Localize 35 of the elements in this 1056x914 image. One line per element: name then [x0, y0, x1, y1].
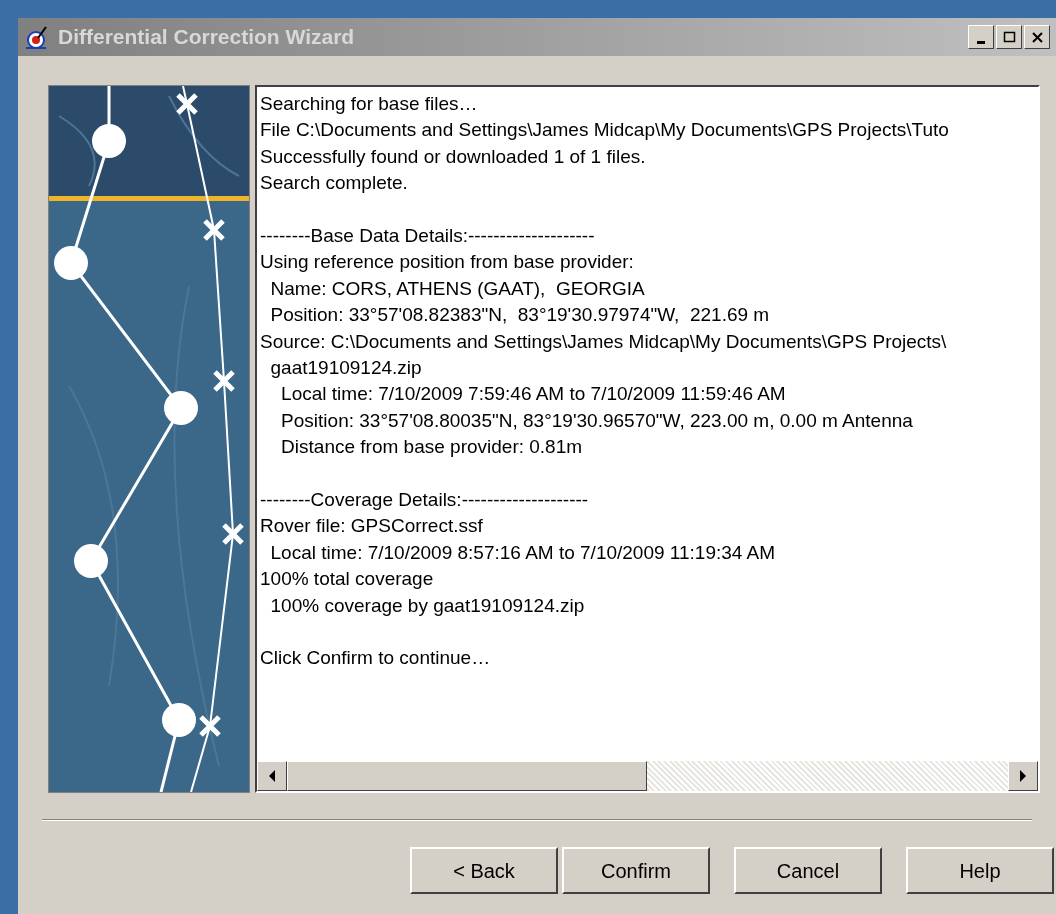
- log-line: Position: 33°57'08.82383"N, 83°19'30.97974"W, 221.69 m: [269, 303, 771, 328]
- minimize-button[interactable]: [968, 25, 994, 49]
- close-button[interactable]: [1024, 25, 1050, 49]
- log-line: Searching for base files…: [260, 92, 479, 116]
- log-line: Using reference position from base provider:: [260, 250, 635, 275]
- dialog-button[interactable]: < Back: [410, 847, 558, 894]
- maximize-button[interactable]: [996, 25, 1022, 49]
- right-arrow-icon: [1019, 770, 1027, 782]
- log-line: Click Confirm to continue…: [260, 646, 492, 671]
- log-line: --------Base Data Details:--------------------: [260, 224, 596, 248]
- window-title: Differential Correction Wizard: [58, 24, 356, 51]
- minimize-icon: [977, 40, 985, 44]
- log-line: Name: CORS, ATHENS (GAAT), GEORGIA: [269, 276, 646, 301]
- log-line: 100% coverage by gaat19109124.zip: [269, 593, 586, 618]
- log-line: File C:\Documents and Settings\James Midcap\My Documents\GPS Projects\Tuto: [260, 118, 950, 143]
- log-line: Successfully found or downloaded 1 of 1 files.: [260, 144, 647, 169]
- log-line: Source: C:\Documents and Settings\James Midcap\My Documents\GPS Projects\: [260, 329, 948, 354]
- log-line: Rover file: GPSCorrect.ssf: [260, 514, 484, 539]
- log-line: Local time: 7/10/2009 7:59:46 AM to 7/10/2009 11:59:46 AM: [280, 382, 787, 407]
- log-line: --------Coverage Details:--------------------: [260, 488, 590, 513]
- log-line: Distance from base provider: 0.81m: [280, 435, 584, 460]
- log-line: gaat19109124.zip: [269, 356, 423, 381]
- log-line: Search complete.: [260, 171, 409, 196]
- maximize-icon: [1001, 29, 1017, 45]
- scroll-left-button[interactable]: [257, 761, 287, 791]
- log-line: Local time: 7/10/2009 8:57:16 AM to 7/10/2009 11:19:34 AM: [269, 540, 777, 565]
- dialog-button[interactable]: Help: [906, 847, 1054, 894]
- log-line: 100% total coverage: [260, 567, 435, 592]
- dialog-button[interactable]: Cancel: [734, 847, 882, 894]
- close-icon: [1029, 29, 1045, 45]
- log-line: Position: 33°57'08.80035"N, 83°19'30.96570"W, 223.00 m, 0.00 m Antenna: [280, 408, 914, 433]
- left-arrow-icon: [268, 770, 276, 782]
- target-icon: [24, 24, 50, 50]
- dialog-button[interactable]: Confirm: [562, 847, 710, 894]
- scroll-right-button[interactable]: [1008, 761, 1038, 791]
